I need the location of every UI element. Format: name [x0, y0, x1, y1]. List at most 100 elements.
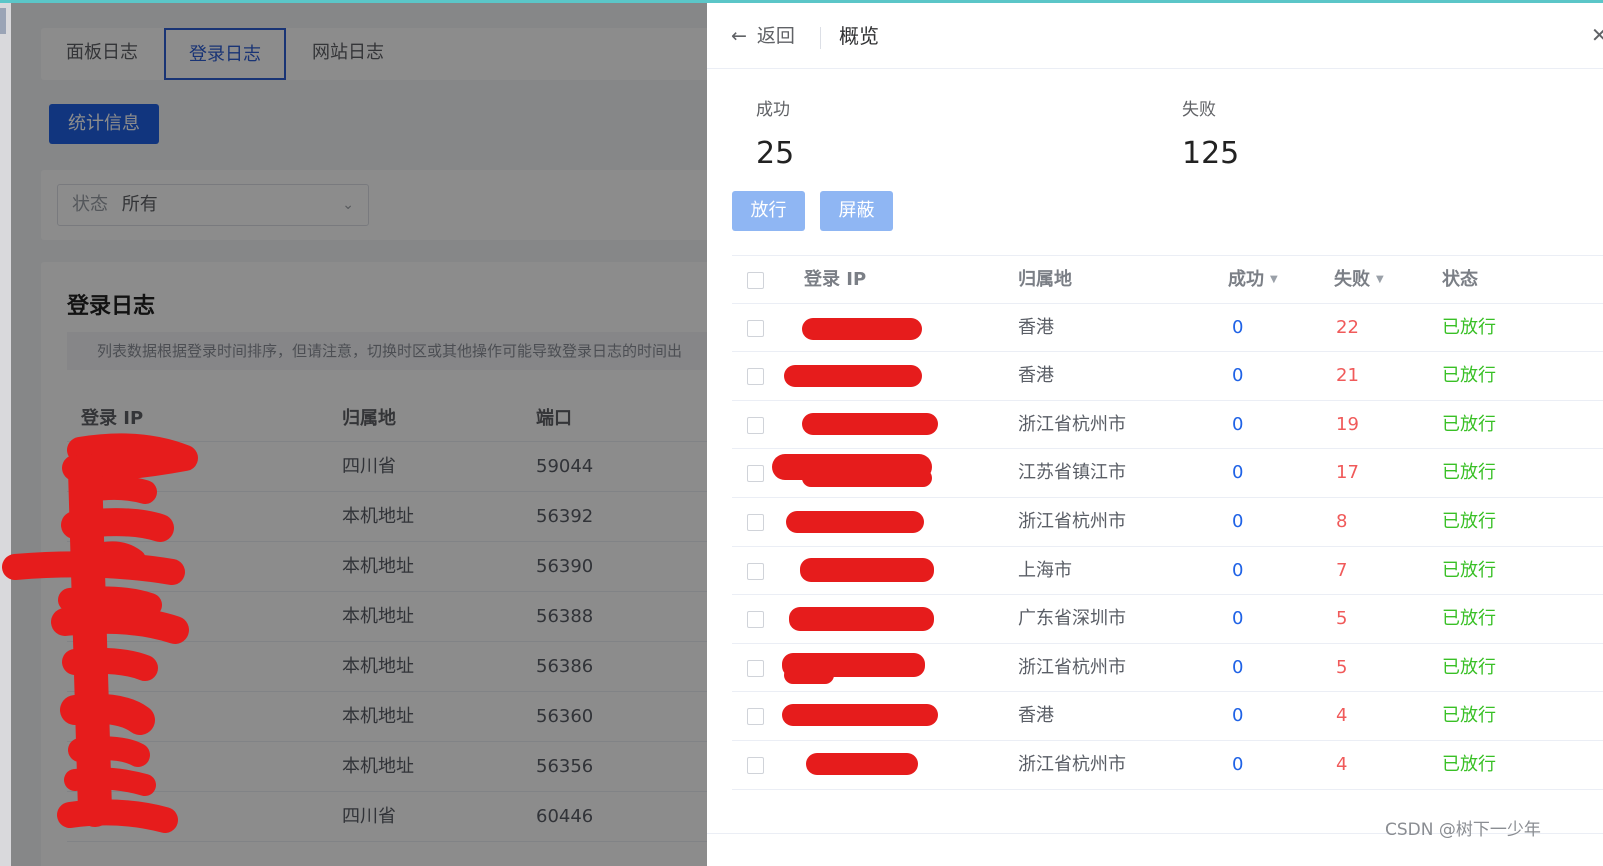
row-checkbox[interactable] — [747, 659, 764, 677]
row-success: 0 — [1232, 462, 1244, 484]
row-location: 香港 — [1018, 316, 1054, 338]
redaction-scribble-left — [2, 433, 198, 833]
row-fail: 19 — [1336, 413, 1359, 435]
redacted-ip — [806, 752, 918, 775]
row-status: 已放行 — [1442, 316, 1496, 338]
row-location: 浙江省杭州市 — [1018, 413, 1126, 435]
row-checkbox[interactable] — [747, 416, 764, 434]
row-status: 已放行 — [1442, 705, 1496, 727]
back-button[interactable]: ← 返回 — [731, 21, 795, 51]
row-status: 已放行 — [1442, 510, 1496, 532]
row-status: 已放行 — [1442, 365, 1496, 387]
col-location-header: 归属地 — [1018, 269, 1072, 290]
back-label: 返回 — [756, 25, 795, 47]
row-fail: 21 — [1336, 365, 1359, 387]
success-stat-value: 25 — [756, 136, 795, 171]
table-row: 香港 0 4 已放行 — [732, 692, 1603, 741]
table-row: 浙江省杭州市 0 4 已放行 — [732, 741, 1603, 790]
row-checkbox[interactable] — [747, 708, 764, 726]
table-row: 香港 0 22 已放行 — [732, 304, 1603, 353]
allow-button[interactable]: 放行 — [732, 191, 805, 231]
table-row: 广东省深圳市 0 5 已放行 — [732, 595, 1603, 644]
col-success-label: 成功 — [1228, 269, 1264, 290]
row-location: 江苏省镇江市 — [1018, 462, 1126, 484]
row-success: 0 — [1232, 413, 1244, 435]
arrow-left-icon: ← — [731, 25, 747, 47]
col-fail-header[interactable]: 失败 ▼ — [1334, 256, 1384, 304]
select-all-checkbox[interactable] — [747, 272, 764, 289]
row-status: 已放行 — [1442, 559, 1496, 581]
row-success: 0 — [1232, 656, 1244, 678]
table-row: 浙江省杭州市 0 19 已放行 — [732, 401, 1603, 450]
row-success: 0 — [1232, 559, 1244, 581]
close-icon[interactable]: ✕ — [1591, 23, 1603, 47]
redacted-ip — [784, 665, 834, 684]
row-fail: 22 — [1336, 316, 1359, 338]
block-button[interactable]: 屏蔽 — [820, 191, 893, 231]
fail-stat-label: 失败 — [1182, 100, 1216, 120]
row-checkbox[interactable] — [747, 756, 764, 774]
sort-down-icon: ▼ — [1376, 274, 1384, 285]
watermark: CSDN @树下一少年 — [1385, 820, 1541, 840]
table-header: 登录 IP 归属地 成功 ▼ 失败 ▼ 状态 — [732, 255, 1603, 304]
success-stat-label: 成功 — [756, 100, 790, 120]
row-checkbox[interactable] — [747, 368, 764, 386]
col-success-header[interactable]: 成功 ▼ — [1228, 256, 1278, 304]
row-success: 0 — [1232, 365, 1244, 387]
drawer-title: 概览 — [839, 24, 879, 48]
table-row: 浙江省杭州市 0 5 已放行 — [732, 644, 1603, 693]
row-location: 浙江省杭州市 — [1018, 510, 1126, 532]
table-row: 浙江省杭州市 0 8 已放行 — [732, 498, 1603, 547]
redacted-ip — [784, 365, 922, 388]
sort-down-icon: ▼ — [1270, 274, 1278, 285]
col-fail-label: 失败 — [1334, 269, 1370, 290]
fail-stat: 失败 125 — [1182, 95, 1239, 171]
row-success: 0 — [1232, 316, 1244, 338]
table-row: 江苏省镇江市 0 17 已放行 — [732, 449, 1603, 498]
left-edge-mark — [0, 8, 6, 34]
overview-drawer: ← 返回 概览 ✕ 成功 25 失败 125 放行 屏蔽 登录 IP 归属地 成功… — [707, 3, 1603, 866]
row-fail: 5 — [1336, 608, 1348, 630]
row-checkbox[interactable] — [747, 319, 764, 337]
row-status: 已放行 — [1442, 753, 1496, 775]
row-location: 广东省深圳市 — [1018, 608, 1126, 630]
row-success: 0 — [1232, 705, 1244, 727]
header-divider — [820, 27, 821, 49]
row-fail: 5 — [1336, 656, 1348, 678]
row-success: 0 — [1232, 510, 1244, 532]
success-stat: 成功 25 — [756, 95, 794, 171]
row-fail: 7 — [1336, 559, 1348, 581]
row-checkbox[interactable] — [747, 513, 764, 531]
col-status-header: 状态 — [1442, 269, 1478, 290]
row-status: 已放行 — [1442, 656, 1496, 678]
redacted-ip — [802, 412, 938, 435]
redacted-ip — [782, 704, 938, 727]
row-status: 已放行 — [1442, 608, 1496, 630]
row-success: 0 — [1232, 608, 1244, 630]
redacted-ip — [786, 510, 924, 533]
redacted-ip — [800, 557, 934, 582]
redacted-ip — [802, 469, 932, 488]
table-row: 香港 0 21 已放行 — [732, 352, 1603, 401]
row-checkbox[interactable] — [747, 611, 764, 629]
table-row: 上海市 0 7 已放行 — [732, 547, 1603, 596]
col-ip-header: 登录 IP — [804, 269, 867, 290]
row-fail: 4 — [1336, 705, 1348, 727]
row-fail: 4 — [1336, 753, 1348, 775]
redacted-ip — [802, 317, 922, 340]
row-success: 0 — [1232, 753, 1244, 775]
row-checkbox[interactable] — [747, 465, 764, 483]
row-location: 浙江省杭州市 — [1018, 656, 1126, 678]
row-location: 浙江省杭州市 — [1018, 753, 1126, 775]
row-status: 已放行 — [1442, 462, 1496, 484]
row-location: 上海市 — [1018, 559, 1072, 581]
row-location: 香港 — [1018, 365, 1054, 387]
row-checkbox[interactable] — [747, 562, 764, 580]
drawer-header: ← 返回 概览 ✕ — [707, 3, 1603, 69]
row-status: 已放行 — [1442, 413, 1496, 435]
redacted-ip — [789, 607, 934, 632]
fail-stat-value: 125 — [1182, 136, 1240, 171]
row-fail: 17 — [1336, 462, 1359, 484]
ip-overview-table: 登录 IP 归属地 成功 ▼ 失败 ▼ 状态 香港 0 22 已放行 香港 0 21 已放行 浙… — [732, 255, 1603, 790]
row-fail: 8 — [1336, 510, 1348, 532]
